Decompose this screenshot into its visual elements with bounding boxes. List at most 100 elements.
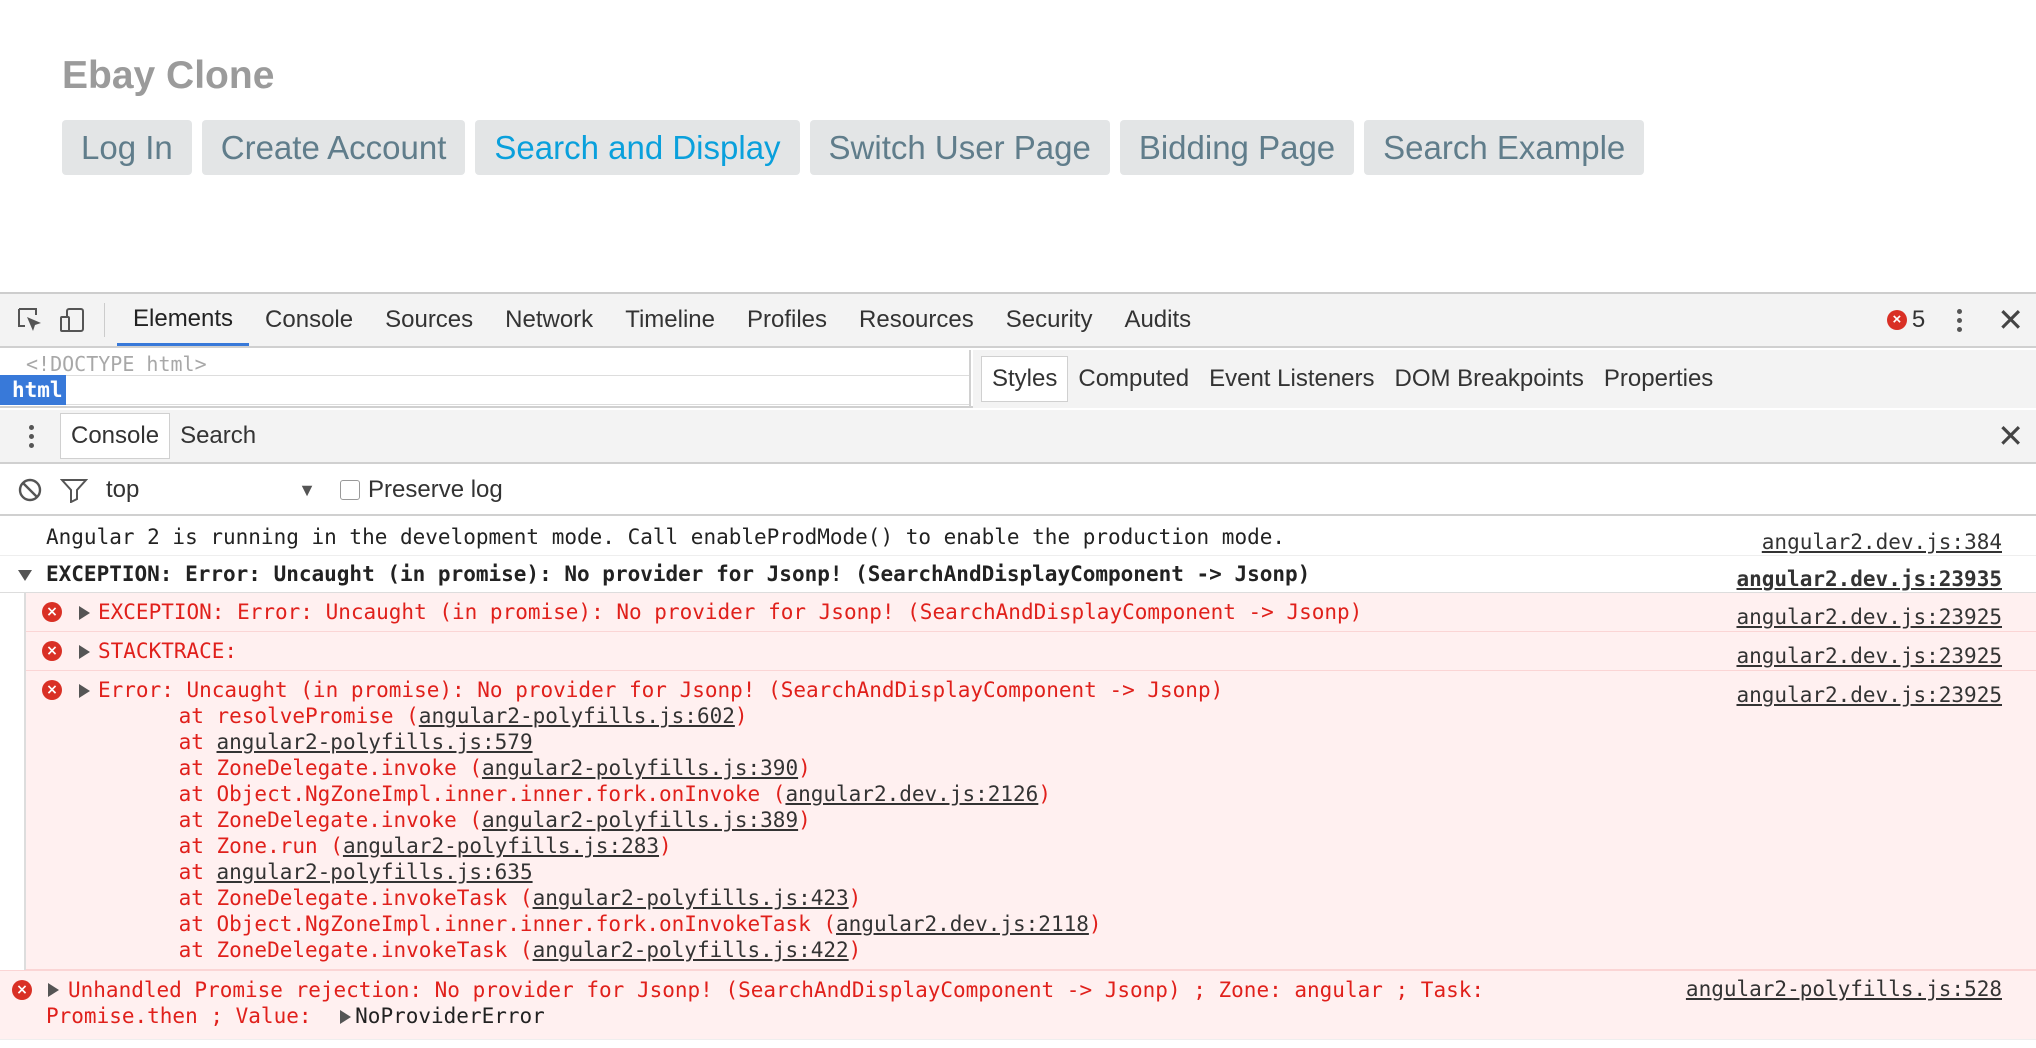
drawer-menu-icon[interactable] <box>16 424 46 448</box>
preserve-log-option[interactable]: Preserve log <box>340 476 503 504</box>
message-text: EXCEPTION: Error: Uncaught (in promise):… <box>98 600 1363 624</box>
stack-frame: at Object.NgZoneImpl.inner.inner.fork.on… <box>128 782 1051 806</box>
preserve-log-checkbox[interactable] <box>340 480 360 500</box>
stack-frame-link[interactable]: angular2-polyfills.js:390 <box>482 756 798 780</box>
value-object[interactable]: NoProviderError <box>355 1004 545 1028</box>
drawer-tab-console[interactable]: Console <box>60 413 171 459</box>
tab-resources[interactable]: Resources <box>843 294 990 346</box>
filter-icon[interactable] <box>60 476 88 504</box>
stack-frame-link[interactable]: angular2.dev.js:2126 <box>785 782 1038 806</box>
source-link[interactable]: angular2.dev.js:23925 <box>1736 598 2002 636</box>
stack-frame: at ZoneDelegate.invokeTask (angular2-pol… <box>128 938 862 962</box>
tab-timeline[interactable]: Timeline <box>609 294 731 346</box>
expanded-triangle-icon[interactable] <box>18 570 32 581</box>
error-icon: × <box>42 641 62 661</box>
stack-frame: at Zone.run (angular2-polyfills.js:283) <box>128 834 672 858</box>
stack-frame-link[interactable]: angular2-polyfills.js:602 <box>419 704 735 728</box>
doctype-node[interactable]: <!DOCTYPE html> <box>26 352 207 376</box>
nav-create-account-button[interactable]: Create Account <box>201 120 466 175</box>
stack-frame-link[interactable]: angular2-polyfills.js:389 <box>482 808 798 832</box>
stack-frame: at ZoneDelegate.invoke (angular2-polyfil… <box>128 756 811 780</box>
app-title: Ebay Clone <box>62 54 275 97</box>
tab-audits[interactable]: Audits <box>1108 294 1207 346</box>
selected-row <box>66 375 969 405</box>
console-group-header[interactable]: EXCEPTION: Error: Uncaught (in promise):… <box>0 556 2036 593</box>
toolbar-separator <box>104 303 105 337</box>
inspect-element-icon[interactable] <box>16 306 44 334</box>
expand-value-icon[interactable] <box>340 1010 352 1024</box>
devtools-toolbar: Elements Console Sources Network Timelin… <box>0 294 2036 348</box>
message-value-line: Promise.then ; Value: NoProviderError <box>46 1004 545 1028</box>
console-error-message: × Error: Uncaught (in promise): No provi… <box>26 671 2036 970</box>
message-text: EXCEPTION: Error: Uncaught (in promise):… <box>46 562 1311 586</box>
console-error-message: × STACKTRACE: angular2.dev.js:23925 <box>26 632 2036 671</box>
elements-styles-split: <!DOCTYPE html> html Styles Computed Eve… <box>0 350 2036 408</box>
stack-trace: at resolvePromise (angular2-polyfills.js… <box>98 703 2036 969</box>
dropdown-arrow-icon: ▼ <box>298 479 316 500</box>
source-link[interactable]: angular2.dev.js:23925 <box>1736 676 2002 714</box>
stack-frame-link[interactable]: angular2-polyfills.js:635 <box>217 860 533 884</box>
styles-sidebar-tabs: Styles Computed Event Listeners DOM Brea… <box>973 350 2036 408</box>
source-link[interactable]: angular2.dev.js:23925 <box>1736 637 2002 675</box>
tab-profiles[interactable]: Profiles <box>731 294 843 346</box>
tab-dom-breakpoints[interactable]: DOM Breakpoints <box>1385 356 1594 402</box>
stack-frame: at Object.NgZoneImpl.inner.inner.fork.on… <box>128 912 1102 936</box>
nav-search-and-display-button[interactable]: Search and Display <box>475 120 800 175</box>
console-group-body: × EXCEPTION: Error: Uncaught (in promise… <box>24 593 2036 970</box>
tab-computed[interactable]: Computed <box>1068 356 1199 402</box>
error-icon: × <box>42 602 62 622</box>
clear-console-icon[interactable] <box>16 476 44 504</box>
nav-switch-user-page-button[interactable]: Switch User Page <box>809 120 1110 175</box>
stack-frame-link[interactable]: angular2-polyfills.js:579 <box>217 730 533 754</box>
html-node[interactable]: html <box>0 375 66 405</box>
stack-frame: at ZoneDelegate.invokeTask (angular2-pol… <box>128 886 862 910</box>
error-icon: × <box>42 680 62 700</box>
error-icon: × <box>1886 310 1907 330</box>
stack-frame: at ZoneDelegate.invoke (angular2-polyfil… <box>128 808 811 832</box>
nav-search-example-button[interactable]: Search Example <box>1364 120 1645 175</box>
app-nav: Log In Create Account Search and Display… <box>62 120 1645 175</box>
toolbar-right: × 5 ✕ <box>1886 294 2036 346</box>
console-toolbar: top ▼ Preserve log <box>0 466 2036 516</box>
tab-network[interactable]: Network <box>489 294 609 346</box>
stack-frame-link[interactable]: angular2.dev.js:2118 <box>836 912 1089 936</box>
tab-elements[interactable]: Elements <box>117 294 250 346</box>
console-info-message: Angular 2 is running in the development … <box>0 518 2036 556</box>
customize-menu-icon[interactable] <box>1947 308 1971 332</box>
message-text: Error: Uncaught (in promise): No provide… <box>98 678 1224 702</box>
close-devtools-icon[interactable]: ✕ <box>1997 304 2024 336</box>
tab-console[interactable]: Console <box>249 294 369 346</box>
tab-properties[interactable]: Properties <box>1594 356 1723 402</box>
nav-log-in-button[interactable]: Log In <box>62 120 192 175</box>
stack-frame: at angular2-polyfills.js:579 <box>128 730 533 754</box>
collapsed-triangle-icon[interactable] <box>48 983 59 997</box>
tab-styles[interactable]: Styles <box>981 356 1069 402</box>
stack-frame-link[interactable]: angular2-polyfills.js:283 <box>343 834 659 858</box>
close-drawer-icon[interactable]: ✕ <box>1997 420 2024 452</box>
tab-security[interactable]: Security <box>990 294 1109 346</box>
device-mode-icon[interactable] <box>58 306 86 334</box>
nav-bidding-page-button[interactable]: Bidding Page <box>1119 120 1355 175</box>
devtools-tabs: Elements Console Sources Network Timelin… <box>117 294 1207 346</box>
message-text: STACKTRACE: <box>98 639 238 663</box>
stack-frame: at angular2-polyfills.js:635 <box>128 860 533 884</box>
preserve-log-label: Preserve log <box>368 476 503 503</box>
collapsed-triangle-icon[interactable] <box>79 684 90 698</box>
error-counter[interactable]: × 5 <box>1886 306 1925 334</box>
drawer-header: Console Search ✕ <box>0 410 2036 464</box>
stack-frame-link[interactable]: angular2-polyfills.js:423 <box>533 886 849 910</box>
context-value: top <box>106 476 140 503</box>
devtools-panel: Elements Console Sources Network Timelin… <box>0 292 2036 1048</box>
tab-event-listeners[interactable]: Event Listeners <box>1199 356 1384 402</box>
drawer-tab-search[interactable]: Search <box>170 413 266 459</box>
console-unhandled-rejection: × Unhandled Promise rejection: No provid… <box>0 970 2036 1040</box>
collapsed-triangle-icon[interactable] <box>79 606 90 620</box>
context-selector[interactable]: top ▼ <box>106 476 316 504</box>
collapsed-triangle-icon[interactable] <box>79 645 90 659</box>
message-text: Unhandled Promise rejection: No provider… <box>68 978 1485 1002</box>
console-error-message: × EXCEPTION: Error: Uncaught (in promise… <box>26 593 2036 632</box>
stack-frame-link[interactable]: angular2-polyfills.js:422 <box>533 938 849 962</box>
source-link[interactable]: angular2-polyfills.js:528 <box>1686 976 2002 1002</box>
message-text: Angular 2 is running in the development … <box>46 525 1286 549</box>
tab-sources[interactable]: Sources <box>369 294 489 346</box>
